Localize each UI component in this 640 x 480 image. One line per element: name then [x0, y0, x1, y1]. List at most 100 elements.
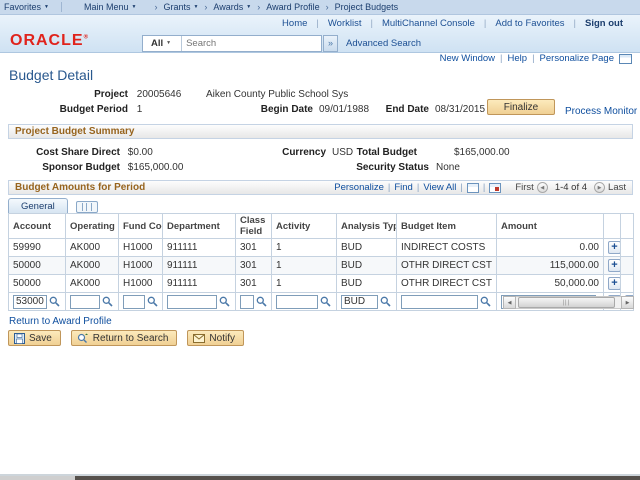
sign-out-link[interactable]: Sign out [585, 18, 623, 29]
pager-first-label[interactable]: First [515, 182, 533, 193]
new-window-link[interactable]: New Window [440, 53, 495, 64]
summary-section-header: Project Budget Summary [8, 124, 633, 139]
summary-row-1: Cost Share Direct $0.00 Currency USD Tot… [0, 147, 640, 158]
favorites-menu[interactable]: Favorites ▼ [4, 2, 49, 12]
analysis-type-lookup-icon[interactable] [380, 296, 391, 307]
analysis-type-input[interactable] [341, 294, 378, 309]
cost-share-value: $0.00 [127, 147, 153, 158]
account-lookup-icon[interactable] [49, 296, 60, 307]
class-field-input[interactable] [240, 294, 254, 309]
cell-activity: 1 [271, 256, 337, 275]
activity-input[interactable] [276, 294, 318, 309]
scrollbar-grip: ||| [562, 299, 571, 306]
add-row-button[interactable]: + [608, 241, 620, 254]
help-link[interactable]: Help [508, 53, 528, 64]
view-all-link[interactable]: View All [423, 182, 456, 193]
advanced-search-link[interactable]: Advanced Search [346, 38, 421, 49]
home-link[interactable]: Home [282, 18, 307, 29]
tab-general[interactable]: General [8, 198, 68, 213]
previous-page-icon[interactable]: ◀ [536, 182, 548, 193]
end-date-label: End Date [385, 104, 429, 115]
chevron-down-icon: ▼ [246, 4, 252, 10]
scroll-right-icon[interactable]: ▶ [621, 296, 634, 309]
page-title: Budget Detail [9, 67, 94, 83]
search-box: All ▼ [142, 35, 322, 52]
zoom-grid-icon[interactable] [489, 182, 502, 193]
pager-range: 1-4 of 4 [554, 182, 588, 193]
department-input[interactable] [167, 294, 217, 309]
grid-horizontal-scrollbar[interactable]: ◀ ||| ▶ [503, 296, 634, 309]
app-header: ORACLE® Home | Worklist | MultiChannel C… [0, 15, 640, 53]
add-row-button[interactable]: + [608, 259, 620, 272]
budget-item-lookup-icon[interactable] [480, 296, 491, 307]
breadcrumb-grants[interactable]: Grants ▼ [163, 2, 198, 12]
download-icon[interactable] [466, 182, 479, 193]
account-input[interactable] [13, 294, 47, 309]
show-all-columns-icon[interactable] [75, 201, 98, 213]
table-row: 50000 AK000 H1000 911111 301 1 BUD OTHR … [8, 256, 634, 275]
scroll-left-icon[interactable]: ◀ [503, 296, 516, 309]
add-to-favorites-link[interactable]: Add to Favorites [495, 18, 564, 29]
project-row: Project 20005646 Aiken County Public Sch… [0, 89, 348, 100]
personalize-link[interactable]: Personalize [334, 182, 384, 193]
cell-analysis-type: BUD [336, 256, 397, 275]
multichannel-console-link[interactable]: MultiChannel Console [382, 18, 475, 29]
search-scope-dropdown[interactable]: All ▼ [143, 38, 175, 49]
col-class-field: Class Field [235, 213, 272, 239]
pager-last-label[interactable]: Last [608, 182, 626, 193]
return-to-search-button[interactable]: Return to Search [70, 330, 178, 346]
finalize-button[interactable]: Finalize [487, 99, 555, 115]
return-to-award-profile-link[interactable]: Return to Award Profile [9, 316, 112, 327]
breadcrumb-award-profile[interactable]: Award Profile [266, 2, 319, 12]
cell-amount: 0.00 [496, 238, 604, 257]
breadcrumb-separator: › [257, 2, 261, 12]
main-menu[interactable]: Main Menu ▼ [84, 2, 136, 12]
notify-button[interactable]: Notify [187, 330, 244, 346]
budget-item-input[interactable] [401, 294, 478, 309]
class-field-lookup-icon[interactable] [256, 296, 267, 307]
cell-department: 911111 [162, 238, 236, 257]
table-row: 59990 AK000 H1000 911111 301 1 BUD INDIR… [8, 238, 634, 257]
breadcrumb-project-budgets[interactable]: Project Budgets [335, 2, 399, 12]
global-search: All▼ » Advanced Search [142, 35, 421, 52]
find-link[interactable]: Find [394, 182, 412, 193]
save-button[interactable]: Save [8, 330, 61, 346]
window-grid-icon[interactable] [619, 53, 632, 64]
sponsor-budget-label: Sponsor Budget [42, 162, 120, 173]
personalize-page-link[interactable]: Personalize Page [540, 53, 614, 64]
chevron-down-icon: ▼ [131, 4, 137, 10]
activity-lookup-icon[interactable] [320, 296, 331, 307]
department-lookup-icon[interactable] [219, 296, 230, 307]
search-go-button[interactable]: » [323, 35, 338, 52]
scrollbar-thumb[interactable]: ||| [518, 297, 615, 308]
begin-date-value: 09/01/1988 [319, 104, 370, 115]
summary-row-2: Sponsor Budget $165,000.00 Security Stat… [0, 162, 640, 173]
total-budget-value: $165,000.00 [454, 147, 510, 158]
fund-code-input[interactable] [123, 294, 145, 309]
search-input[interactable] [186, 38, 321, 49]
operating-unit-lookup-icon[interactable] [102, 296, 113, 307]
add-row-button[interactable]: + [608, 277, 620, 290]
process-monitor-link[interactable]: Process Monitor [565, 106, 637, 117]
next-page-icon[interactable]: ▶ [594, 182, 606, 193]
budget-period-value: 1 [136, 104, 143, 115]
cell-amount: 115,000.00 [496, 256, 604, 275]
cell-class-field: 301 [235, 256, 272, 275]
col-analysis-type: Analysis Type [336, 213, 397, 239]
cell-account-edit [8, 292, 66, 311]
worklist-link[interactable]: Worklist [328, 18, 362, 29]
operating-unit-input[interactable] [70, 294, 100, 309]
currency-label: Currency [282, 147, 326, 158]
fund-code-lookup-icon[interactable] [147, 296, 158, 307]
project-id: 20005646 [136, 89, 182, 100]
col-remove [620, 213, 634, 239]
breadcrumb-awards[interactable]: Awards ▼ [213, 2, 251, 12]
cell-account: 59990 [8, 238, 66, 257]
scrollbar-track[interactable]: ||| [516, 296, 621, 309]
chevron-down-icon: ▼ [44, 4, 49, 10]
cell-class-field-edit [235, 292, 272, 311]
breadcrumb-separator: › [154, 2, 158, 12]
grid-toolbar: Personalize | Find | View All | | First … [334, 182, 626, 193]
security-status-label: Security Status [356, 162, 429, 173]
divider: | [460, 182, 463, 193]
